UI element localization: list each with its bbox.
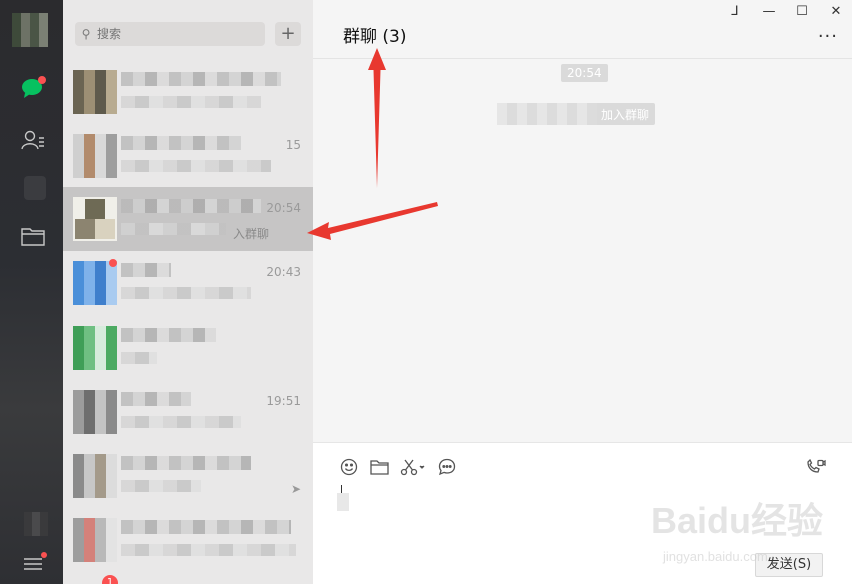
annotation-arrows: [307, 48, 438, 240]
arrow-up-annotation: [368, 48, 386, 188]
arrow-left-annotation: [307, 202, 438, 240]
